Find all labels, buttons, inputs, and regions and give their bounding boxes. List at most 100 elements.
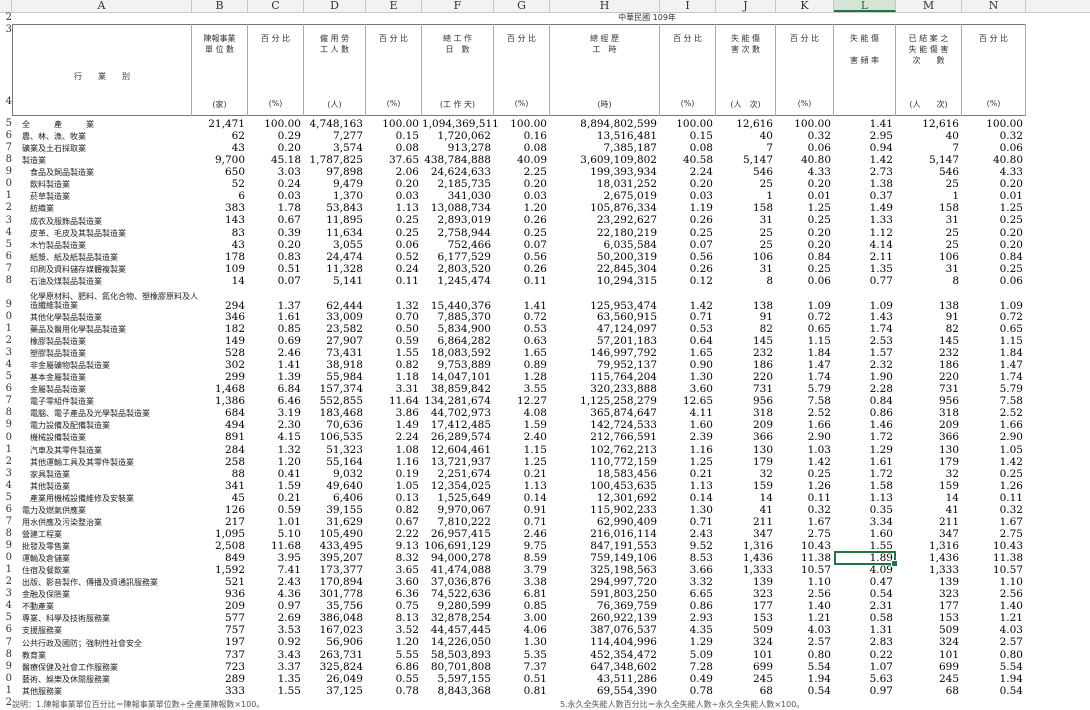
value-cell-b[interactable]: 521 (192, 576, 248, 588)
row-number[interactable]: 0 (0, 552, 12, 564)
value-cell-j[interactable]: 232 (716, 347, 776, 359)
value-cell-j[interactable]: 68 (716, 685, 776, 697)
column-header-b[interactable]: B (192, 0, 248, 12)
industry-name-cell[interactable]: 農、林、漁、牧業 (22, 130, 204, 142)
value-cell-l[interactable]: 1.49 (834, 202, 896, 214)
value-cell-j[interactable]: 31 (716, 263, 776, 275)
value-cell-h[interactable]: 18,031,252 (550, 178, 660, 190)
value-cell-i[interactable]: 0.21 (660, 468, 716, 480)
value-cell-c[interactable]: 1.20 (248, 456, 304, 468)
value-cell-j[interactable]: 138 (716, 287, 776, 312)
value-cell-m[interactable]: 31 (896, 214, 962, 226)
row-number[interactable]: 1 (0, 323, 12, 335)
value-cell-c[interactable]: 3.37 (248, 661, 304, 673)
industry-name-cell[interactable]: 專業、科學及技術服務業 (22, 612, 204, 624)
value-cell-i[interactable]: 0.26 (660, 214, 716, 226)
value-cell-c[interactable]: 5.10 (248, 528, 304, 540)
industry-name-cell[interactable]: 其他服務業 (22, 685, 204, 697)
value-cell-j[interactable]: 32 (716, 468, 776, 480)
value-cell-g[interactable]: 0.71 (494, 516, 550, 528)
value-cell-d[interactable]: 105,490 (304, 528, 366, 540)
value-cell-h[interactable]: 69,554,390 (550, 685, 660, 697)
value-cell-j[interactable]: 31 (716, 214, 776, 226)
value-cell-g[interactable]: 7.37 (494, 661, 550, 673)
value-cell-l[interactable]: 0.86 (834, 407, 896, 419)
value-cell-l[interactable]: 0.77 (834, 275, 896, 287)
row-number[interactable]: 0 (0, 311, 12, 323)
value-cell-e[interactable]: 2.06 (366, 166, 422, 178)
value-cell-b[interactable]: 299 (192, 371, 248, 383)
value-cell-j[interactable]: 41 (716, 504, 776, 516)
value-cell-c[interactable]: 0.51 (248, 263, 304, 275)
row-number[interactable]: 2 (0, 12, 12, 24)
value-cell-n[interactable]: 1.26 (962, 480, 1026, 492)
industry-name-cell[interactable]: 印刷及資料儲存媒體複製業 (30, 263, 204, 275)
value-cell-l[interactable]: 2.32 (834, 359, 896, 371)
value-cell-d[interactable]: 9,032 (304, 468, 366, 480)
value-cell-n[interactable]: 10.43 (962, 540, 1026, 552)
value-cell-h[interactable]: 22,845,304 (550, 263, 660, 275)
value-cell-f[interactable]: 12,604,461 (422, 444, 494, 456)
value-cell-h[interactable]: 216,016,114 (550, 528, 660, 540)
header-cell-d[interactable]: 僱 用 勞 工 人 數 (人) (304, 24, 366, 116)
value-cell-g[interactable]: 0.08 (494, 142, 550, 154)
value-cell-c[interactable]: 2.30 (248, 419, 304, 431)
column-header-i[interactable]: I (660, 0, 716, 12)
value-cell-e[interactable]: 1.16 (366, 456, 422, 468)
value-cell-b[interactable]: 62 (192, 130, 248, 142)
row-number[interactable]: 9 (0, 661, 12, 673)
value-cell-c[interactable]: 3.43 (248, 649, 304, 661)
value-cell-b[interactable]: 723 (192, 661, 248, 673)
value-cell-h[interactable]: 102,762,213 (550, 444, 660, 456)
value-cell-i[interactable]: 3.60 (660, 383, 716, 395)
value-cell-j[interactable]: 220 (716, 371, 776, 383)
value-cell-j[interactable]: 318 (716, 407, 776, 419)
value-cell-e[interactable]: 3.86 (366, 407, 422, 419)
value-cell-g[interactable]: 4.08 (494, 407, 550, 419)
value-cell-j[interactable]: 699 (716, 661, 776, 673)
value-cell-c[interactable]: 45.18 (248, 154, 304, 166)
value-cell-j[interactable]: 186 (716, 359, 776, 371)
value-cell-i[interactable]: 2.93 (660, 612, 716, 624)
value-cell-b[interactable]: 650 (192, 166, 248, 178)
value-cell-f[interactable]: 13,721,937 (422, 456, 494, 468)
value-cell-n[interactable]: 1.47 (962, 359, 1026, 371)
value-cell-j[interactable]: 323 (716, 588, 776, 600)
value-cell-c[interactable]: 0.41 (248, 468, 304, 480)
value-cell-e[interactable]: 0.06 (366, 239, 422, 251)
value-cell-d[interactable]: 49,640 (304, 480, 366, 492)
value-cell-m[interactable]: 12,616 (896, 118, 962, 130)
value-cell-b[interactable]: 126 (192, 504, 248, 516)
value-cell-i[interactable]: 0.49 (660, 673, 716, 685)
value-cell-f[interactable]: 17,412,485 (422, 419, 494, 431)
value-cell-m[interactable]: 509 (896, 624, 962, 636)
value-cell-f[interactable]: 7,885,370 (422, 311, 494, 323)
value-cell-f[interactable]: 1,094,369,511 (422, 118, 499, 130)
value-cell-i[interactable]: 1.29 (660, 636, 716, 648)
value-cell-l[interactable]: 4.14 (834, 239, 896, 251)
value-cell-c[interactable]: 7.41 (248, 564, 304, 576)
value-cell-c[interactable]: 1.59 (248, 480, 304, 492)
value-cell-b[interactable]: 346 (192, 311, 248, 323)
value-cell-d[interactable]: 33,009 (304, 311, 366, 323)
value-cell-b[interactable]: 182 (192, 323, 248, 335)
value-cell-h[interactable]: 100,453,635 (550, 480, 660, 492)
value-cell-i[interactable]: 0.25 (660, 227, 716, 239)
value-cell-k[interactable]: 1.47 (776, 359, 834, 371)
value-cell-c[interactable]: 6.84 (248, 383, 304, 395)
industry-name-cell[interactable]: 電力及燃氣供應業 (22, 504, 204, 516)
industry-name-cell[interactable]: 製造業 (22, 154, 204, 166)
column-header-d[interactable]: D (304, 0, 366, 12)
value-cell-g[interactable]: 5.35 (494, 649, 550, 661)
value-cell-l[interactable]: 1.29 (834, 444, 896, 456)
value-cell-k[interactable]: 0.32 (776, 130, 834, 142)
value-cell-i[interactable]: 1.42 (660, 287, 716, 312)
value-cell-k[interactable]: 5.54 (776, 661, 834, 673)
value-cell-k[interactable]: 0.54 (776, 685, 834, 697)
header-cell-n[interactable]: 百 分 比 (%) (962, 24, 1026, 116)
value-cell-m[interactable]: 31 (896, 263, 962, 275)
column-header-g[interactable]: G (494, 0, 550, 12)
value-cell-l[interactable]: 4.09 (834, 564, 896, 576)
value-cell-b[interactable]: 294 (192, 287, 248, 312)
value-cell-i[interactable]: 1.30 (660, 371, 716, 383)
